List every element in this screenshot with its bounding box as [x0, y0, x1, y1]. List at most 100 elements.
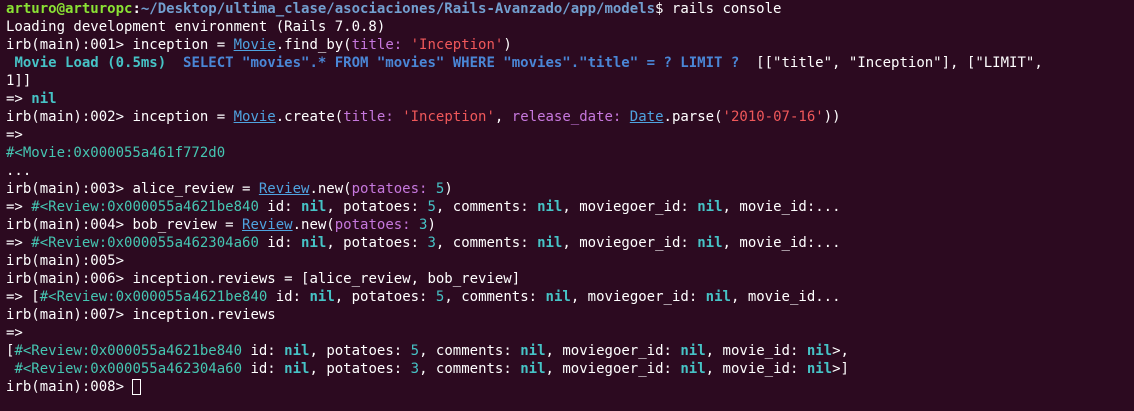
attr-label: , comments:	[435, 199, 538, 215]
sql-query: SELECT "movies".* FROM "movies" WHERE "m…	[166, 55, 740, 71]
nil-value: nil	[680, 361, 706, 377]
attr-label: , moviegoer_id:	[545, 343, 681, 359]
result-arrow: =>	[6, 235, 32, 251]
nil-value: nil	[520, 343, 546, 359]
irb-prompt: irb(main):006>	[6, 271, 133, 287]
code-symbol: potatoes:	[334, 217, 420, 233]
code-var: bob_review =	[132, 217, 243, 233]
review-object-ref: #<Review:0x000055a4621be840	[39, 289, 268, 305]
attr-label: , comments:	[419, 343, 521, 359]
irb-line-005: irb(main):005>	[6, 253, 125, 269]
nil-value: nil	[697, 199, 723, 215]
irb-line-003: irb(main):003> alice_review = Review.new…	[6, 180, 1134, 198]
review-object-ref: #<Review:0x000055a462304a60	[14, 361, 243, 377]
attr-label: id:	[242, 361, 285, 377]
result-arrow: =>	[6, 289, 32, 305]
prompt-user: arturo@arturopc	[6, 1, 133, 17]
code-const-review: Review	[258, 181, 310, 197]
code-close: )	[444, 181, 453, 197]
attr-number: 5	[410, 343, 420, 359]
attr-label: , potatoes:	[309, 343, 411, 359]
code-var: inception =	[132, 37, 234, 53]
sql-log-label: Movie Load (0.5ms)	[14, 55, 167, 71]
nil-value: nil	[680, 343, 706, 359]
attr-label: id:	[242, 343, 285, 359]
attr-number: 5	[427, 199, 436, 215]
code-symbol: release_date:	[511, 109, 630, 125]
obj-close: >,	[832, 343, 849, 359]
result-line: => #<Review:0x000055a462304a60 id: nil, …	[6, 234, 1134, 252]
attr-label: , comments:	[419, 361, 521, 377]
code-close: )	[503, 37, 512, 53]
attr-label: , potatoes:	[334, 289, 436, 305]
sql-binds: [["title", "Inception"], ["LIMIT",	[739, 55, 1043, 71]
review-object-ref: #<Review:0x000055a4621be840	[14, 343, 243, 359]
result-line: => [#<Review:0x000055a4621be840 id: nil,…	[6, 288, 1134, 306]
code-method: .new(	[309, 181, 352, 197]
array-open: [	[31, 289, 40, 305]
sql-log-line: Movie Load (0.5ms) SELECT "movies".* FRO…	[6, 54, 1134, 72]
irb-line-006: irb(main):006> inception.reviews = [alic…	[6, 270, 1134, 288]
code-symbol: title:	[343, 109, 403, 125]
attr-number: 3	[410, 361, 420, 377]
review-object-ref: #<Review:0x000055a462304a60	[31, 235, 259, 251]
attr-label: , potatoes:	[326, 199, 428, 215]
code-method: .parse(	[663, 109, 723, 125]
loading-message: Loading development environment (Rails 7…	[6, 19, 386, 35]
result-line: [#<Review:0x000055a4621be840 id: nil, po…	[6, 342, 1134, 360]
code-comma: ,	[494, 109, 512, 125]
code-const-movie: Movie	[233, 109, 276, 125]
result-arrow: =>	[6, 91, 32, 107]
prompt-dollar: $	[655, 1, 672, 17]
nil-value: nil	[806, 343, 833, 359]
attr-label: , movie_id:...	[722, 235, 841, 251]
code-string: '2010-07-16'	[722, 109, 824, 125]
shell-prompt-line: arturo@arturopc:~/Desktop/ultima_clase/a…	[6, 0, 1134, 18]
code-close: ))	[823, 109, 841, 125]
code-method: .create(	[275, 109, 344, 125]
nil-value: nil	[697, 235, 723, 251]
shell-command: rails console	[671, 1, 782, 17]
attr-number: 3	[427, 235, 436, 251]
nil-value: nil	[545, 289, 571, 305]
attr-label: , moviegoer_id:	[562, 199, 698, 215]
review-object-ref: #<Review:0x000055a4621be840	[31, 199, 259, 215]
irb-line-004: irb(main):004> bob_review = Review.new(p…	[6, 216, 1134, 234]
text-cursor[interactable]	[132, 379, 142, 395]
irb-line-002: irb(main):002> inception = Movie.create(…	[6, 108, 1134, 126]
code-const-date: Date	[629, 109, 664, 125]
attr-label: id:	[258, 199, 302, 215]
prompt-path: ~/Desktop/ultima_clase/asociaciones/Rail…	[140, 1, 656, 17]
nil-value: nil	[537, 199, 563, 215]
nil-value: nil	[284, 343, 310, 359]
attr-label: , movie_id:	[705, 343, 807, 359]
attr-label: , moviegoer_id:	[562, 235, 698, 251]
attr-label: , moviegoer_id:	[545, 361, 681, 377]
irb-line-007: irb(main):007> inception.reviews	[6, 306, 1134, 324]
ellipsis-line: ...	[6, 163, 32, 179]
result-arrow: =>	[6, 199, 32, 215]
attr-label: , movie_id...	[730, 289, 841, 305]
irb-prompt: irb(main):001>	[6, 37, 133, 53]
movie-object-ref: #<Movie:0x000055a461f772d0	[6, 145, 226, 161]
attr-label: , potatoes:	[309, 361, 411, 377]
nil-value: nil	[309, 289, 335, 305]
result-arrow-line: =>	[6, 127, 23, 143]
result-arrow-line: =>	[6, 325, 23, 341]
code-method: .find_by(	[275, 37, 352, 53]
code-method: .new(	[292, 217, 335, 233]
result-line: #<Review:0x000055a462304a60 id: nil , pot…	[6, 360, 1134, 378]
terminal-window[interactable]: arturo@arturopc:~/Desktop/ultima_clase/a…	[0, 0, 1134, 411]
nil-value: nil	[31, 91, 57, 107]
code-string: 'Inception'	[402, 109, 495, 125]
code-const-review: Review	[242, 217, 293, 233]
code-close: )	[427, 217, 436, 233]
code-string: 'Inception'	[410, 37, 504, 53]
attr-label: , comments:	[435, 235, 538, 251]
irb-line-001: irb(main):001> inception = Movie.find_by…	[6, 36, 1134, 54]
irb-line-008[interactable]: irb(main):008>	[6, 378, 1134, 396]
nil-value: nil	[705, 289, 731, 305]
sql-binds-cont: 1]]	[6, 73, 32, 89]
attr-label: , potatoes:	[326, 235, 428, 251]
code-var: inception =	[132, 109, 234, 125]
